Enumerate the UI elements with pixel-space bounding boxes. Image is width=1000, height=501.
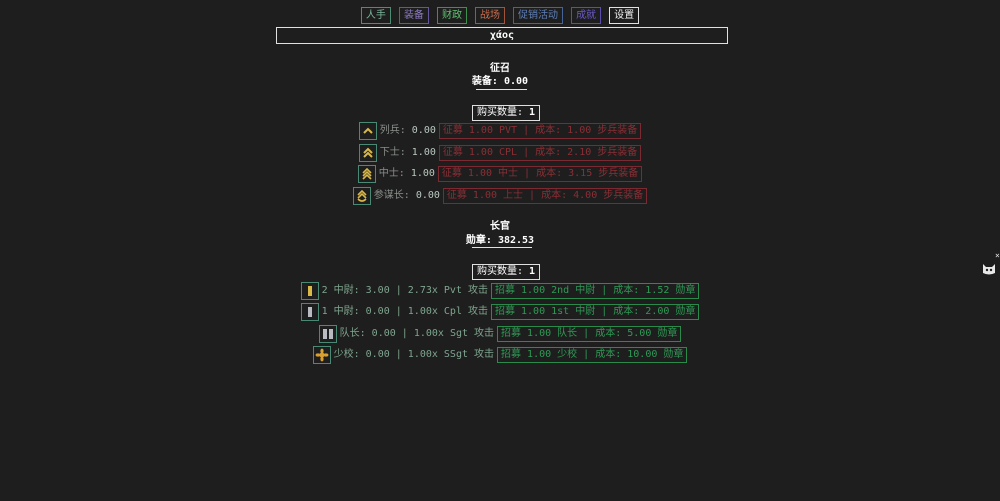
second-lieutenant-rank-icon: [300, 282, 319, 300]
buy-quantity-label: 购买数量:: [477, 107, 530, 118]
recruit-buy-quantity-button[interactable]: 购买数量: 1: [472, 105, 541, 121]
recruit-row-sergeant: 中士: 1.00 征募 1.00 中士 | 成本: 3.15 步兵装备: [0, 164, 1000, 184]
tab-settings[interactable]: 设置: [609, 7, 640, 24]
tab-manpower[interactable]: 人手: [360, 7, 391, 24]
officers-buy-quantity-button[interactable]: 购买数量: 1: [472, 264, 541, 280]
unit-name: 下士: [379, 147, 400, 158]
medals-resource: 勋章: 382.53: [0, 231, 1000, 246]
recruit-private-button[interactable]: 征募 1.00 PVT | 成本: 1.00 步兵装备: [438, 123, 642, 139]
unit-name: 中士: [378, 168, 399, 179]
recruit-row-private: 列兵: 0.00 征募 1.00 PVT | 成本: 1.00 步兵装备: [0, 121, 1000, 141]
officer-stats: 2 中尉: 3.00 | 2.73x Pvt 攻击: [321, 285, 488, 296]
close-icon[interactable]: ×: [995, 251, 1000, 260]
private-rank-icon: [358, 122, 377, 140]
buy-quantity-label: 购买数量:: [477, 266, 530, 277]
captain-rank-icon: [318, 325, 337, 343]
equipment-resource-label: 装备:: [471, 76, 504, 87]
game-title: χάος: [276, 27, 728, 44]
officer-row-major: 少校: 0.00 | 1.00x SSgt 攻击 招募 1.00 少校 | 成本:…: [0, 345, 1000, 365]
staff-sergeant-rank-icon: [352, 187, 371, 205]
tab-finance[interactable]: 财政: [436, 7, 467, 24]
medals-resource-label: 勋章:: [465, 235, 498, 246]
officer-row-first-lieutenant: 1 中尉: 0.00 | 1.00x Cpl 攻击 招募 1.00 1st 中尉 …: [0, 302, 1000, 322]
equipment-resource-value: 0.00: [503, 76, 529, 87]
divider: [472, 247, 532, 248]
recruit-row-staff-sergeant: 参谋长: 0.00 征募 1.00 上士 | 成本: 4.00 步兵装备: [0, 186, 1000, 206]
unit-name: 参谋长: [373, 190, 404, 201]
corporal-rank-icon: [358, 144, 377, 162]
recruit-corporal-button[interactable]: 征募 1.00 CPL | 成本: 2.10 步兵装备: [438, 145, 642, 161]
unit-name: 列兵: [379, 125, 400, 136]
officer-row-captain: 队长: 0.00 | 1.00x Sgt 攻击 招募 1.00 队长 | 成本: …: [0, 324, 1000, 344]
tab-achievements[interactable]: 成就: [571, 7, 602, 24]
officers-section-title: 长官: [490, 221, 510, 232]
medals-resource-value: 382.53: [497, 235, 535, 246]
tab-battlefield[interactable]: 战场: [475, 7, 505, 24]
officer-stats: 少校: 0.00 | 1.00x SSgt 攻击: [333, 349, 495, 360]
tab-bar: 人手 装备 财政 战场 促销活动 成就 设置: [0, 7, 1000, 24]
tab-promotions[interactable]: 促销活动: [513, 7, 564, 24]
tab-equipment[interactable]: 装备: [398, 7, 429, 24]
sergeant-rank-icon: [357, 165, 376, 183]
first-lieutenant-rank-icon: [300, 303, 319, 321]
officer-stats: 1 中尉: 0.00 | 1.00x Cpl 攻击: [321, 306, 488, 317]
unit-count: 1.00: [410, 168, 435, 179]
cat-face-icon[interactable]: [981, 261, 997, 277]
unit-count: 0.00: [415, 190, 440, 201]
officer-stats: 队长: 0.00 | 1.00x Sgt 攻击: [339, 328, 495, 339]
divider: [476, 89, 527, 90]
hire-major-button[interactable]: 招募 1.00 少校 | 成本: 10.00 勋章: [497, 347, 688, 363]
recruit-sergeant-button[interactable]: 征募 1.00 中士 | 成本: 3.15 步兵装备: [437, 166, 643, 182]
buy-quantity-value: 1: [529, 266, 536, 277]
major-rank-icon: [312, 346, 331, 364]
recruit-row-corporal: 下士: 1.00 征募 1.00 CPL | 成本: 2.10 步兵装备: [0, 143, 1000, 163]
hire-captain-button[interactable]: 招募 1.00 队长 | 成本: 5.00 勋章: [497, 326, 682, 342]
buy-quantity-value: 1: [529, 107, 536, 118]
hire-second-lieutenant-button[interactable]: 招募 1.00 2nd 中尉 | 成本: 1.52 勋章: [491, 283, 700, 299]
unit-count: 1.00: [411, 147, 436, 158]
hire-first-lieutenant-button[interactable]: 招募 1.00 1st 中尉 | 成本: 2.00 勋章: [491, 304, 700, 320]
recruit-staff-sergeant-button[interactable]: 征募 1.00 上士 | 成本: 4.00 步兵装备: [442, 188, 648, 204]
officer-row-second-lieutenant: 2 中尉: 3.00 | 2.73x Pvt 攻击 招募 1.00 2nd 中尉 …: [0, 281, 1000, 301]
equipment-resource: 装备: 0.00: [0, 72, 1000, 87]
unit-count: 0.00: [411, 125, 436, 136]
